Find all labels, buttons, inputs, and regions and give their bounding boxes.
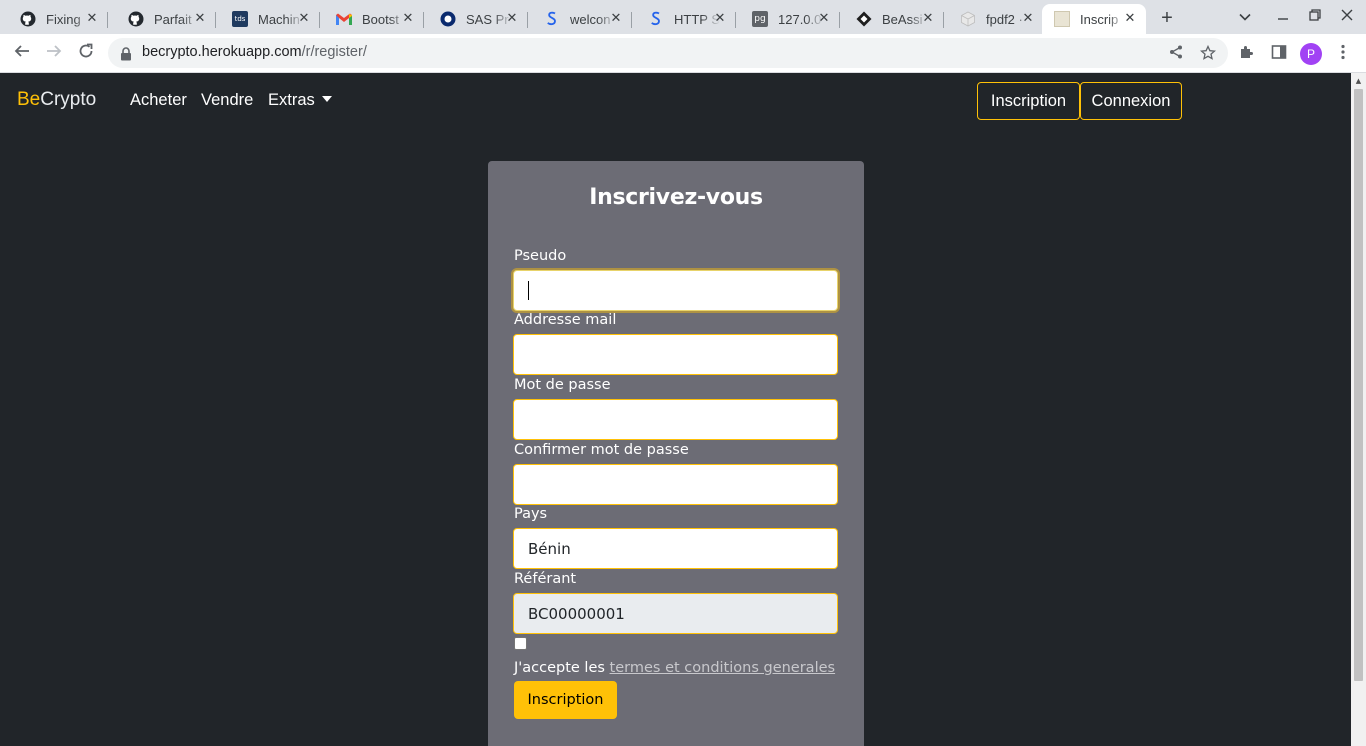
package-icon bbox=[960, 11, 976, 27]
nav-link-buy[interactable]: Acheter bbox=[130, 91, 187, 110]
side-panel-icon[interactable] bbox=[1270, 44, 1288, 62]
gmail-icon bbox=[336, 11, 352, 27]
page-scrollbar[interactable]: ▲ bbox=[1351, 73, 1366, 746]
browser-tab[interactable]: SAS Pr ✕ bbox=[420, 4, 528, 34]
close-icon[interactable]: ✕ bbox=[608, 10, 624, 26]
window-close-icon[interactable] bbox=[1335, 6, 1359, 28]
close-icon[interactable]: ✕ bbox=[1020, 10, 1036, 26]
new-tab-icon[interactable]: + bbox=[1155, 6, 1179, 30]
brand-logo[interactable]: BeCrypto bbox=[17, 89, 96, 111]
referrer-field[interactable]: BC00000001 bbox=[513, 593, 838, 634]
minimize-icon[interactable] bbox=[1271, 6, 1295, 28]
country-select[interactable]: Bénin bbox=[513, 528, 838, 569]
restore-icon[interactable] bbox=[1303, 6, 1327, 28]
text-cursor bbox=[528, 281, 529, 300]
nav-link-sell[interactable]: Vendre bbox=[201, 91, 253, 110]
login-button[interactable]: Connexion bbox=[1080, 82, 1182, 120]
close-icon[interactable]: ✕ bbox=[400, 10, 416, 26]
username-field[interactable] bbox=[513, 270, 838, 311]
scrollbar-thumb[interactable] bbox=[1354, 89, 1363, 681]
brand-suffix: Crypto bbox=[40, 89, 97, 110]
confirm-password-label: Confirmer mot de passe bbox=[514, 442, 689, 458]
register-card: Inscrivez-vous Pseudo Addresse mail Mot … bbox=[488, 161, 864, 746]
github-icon bbox=[20, 11, 36, 27]
reload-icon[interactable] bbox=[74, 42, 98, 66]
terms-prefix: J'accepte les bbox=[514, 660, 605, 676]
terms-text: J'accepte les termes et conditions gener… bbox=[514, 660, 835, 676]
close-icon[interactable]: ✕ bbox=[920, 10, 936, 26]
url-host: becrypto.herokuapp.com bbox=[142, 44, 302, 60]
email-field[interactable] bbox=[513, 334, 838, 375]
close-icon[interactable]: ✕ bbox=[296, 10, 312, 26]
share-icon[interactable] bbox=[1168, 45, 1184, 61]
pgadmin-icon: pg bbox=[752, 11, 768, 27]
profile-avatar[interactable]: P bbox=[1300, 43, 1322, 65]
sas-icon bbox=[440, 11, 456, 27]
close-icon[interactable]: ✕ bbox=[816, 10, 832, 26]
browser-tab-strip: Fixing ✕ Parfait ✕ tds Machin ✕ Bootst ✕… bbox=[0, 0, 1366, 34]
close-icon[interactable]: ✕ bbox=[1122, 10, 1138, 26]
stripe-icon bbox=[648, 11, 664, 27]
browser-tab[interactable]: fpdf2 · ✕ bbox=[940, 4, 1044, 34]
email-label: Addresse mail bbox=[514, 312, 617, 328]
browser-tab-title: Inscrip bbox=[1080, 11, 1119, 27]
password-label: Mot de passe bbox=[514, 377, 611, 393]
url-path: /r/register/ bbox=[301, 44, 367, 60]
nav-dropdown-label: Extras bbox=[268, 91, 315, 109]
browser-tab-active[interactable]: Inscrip ✕ bbox=[1042, 4, 1146, 34]
referrer-label: Référant bbox=[514, 571, 577, 587]
terms-checkbox[interactable] bbox=[514, 637, 527, 650]
diamond-icon bbox=[856, 11, 872, 27]
forward-icon[interactable] bbox=[42, 42, 66, 66]
stripe-icon bbox=[544, 11, 560, 27]
scroll-up-icon[interactable]: ▲ bbox=[1354, 77, 1363, 85]
register-button[interactable]: Inscription bbox=[977, 82, 1080, 120]
close-icon[interactable]: ✕ bbox=[192, 10, 208, 26]
bookmark-star-icon[interactable] bbox=[1199, 44, 1217, 61]
confirm-password-field[interactable] bbox=[513, 464, 838, 505]
becrypto-icon bbox=[1054, 11, 1070, 27]
tds-icon: tds bbox=[232, 11, 248, 27]
close-icon[interactable]: ✕ bbox=[84, 10, 100, 26]
browser-tab[interactable]: pg 127.0.0 ✕ bbox=[732, 4, 840, 34]
page-title: Inscrivez-vous bbox=[589, 185, 763, 210]
page-viewport: BeCrypto Acheter Vendre Extras Inscripti… bbox=[0, 73, 1366, 746]
caret-down-icon bbox=[321, 96, 332, 102]
lock-icon[interactable] bbox=[120, 46, 132, 61]
terms-link[interactable]: termes et conditions generales bbox=[610, 660, 836, 676]
tab-search-icon[interactable] bbox=[1233, 6, 1257, 28]
browser-tab[interactable]: HTTP S ✕ bbox=[628, 4, 736, 34]
browser-tab[interactable]: BeAssi ✕ bbox=[836, 4, 944, 34]
submit-register-button[interactable]: Inscription bbox=[514, 681, 617, 719]
username-label: Pseudo bbox=[514, 248, 567, 264]
back-icon[interactable] bbox=[10, 42, 34, 66]
browser-toolbar: becrypto.herokuapp.com/r/register/ P bbox=[0, 34, 1366, 73]
brand-prefix: Be bbox=[17, 89, 41, 110]
github-icon bbox=[128, 11, 144, 27]
close-icon[interactable]: ✕ bbox=[504, 10, 520, 26]
url-text[interactable]: becrypto.herokuapp.com/r/register/ bbox=[142, 44, 367, 60]
referrer-value: BC00000001 bbox=[528, 604, 625, 623]
country-value: Bénin bbox=[528, 539, 571, 558]
browser-tab[interactable]: Fixing ✕ bbox=[0, 4, 108, 34]
nav-dropdown-extras[interactable]: Extras bbox=[268, 91, 332, 110]
country-label: Pays bbox=[514, 506, 548, 522]
close-icon[interactable]: ✕ bbox=[712, 10, 728, 26]
password-field[interactable] bbox=[513, 399, 838, 440]
browser-tab[interactable]: Bootst ✕ bbox=[316, 4, 424, 34]
address-bar[interactable]: becrypto.herokuapp.com/r/register/ bbox=[108, 38, 1228, 68]
browser-tab[interactable]: Parfait ✕ bbox=[108, 4, 216, 34]
kebab-menu-icon[interactable] bbox=[1334, 44, 1352, 62]
extensions-icon[interactable] bbox=[1238, 44, 1256, 62]
browser-tab[interactable]: tds Machin ✕ bbox=[212, 4, 320, 34]
browser-tab[interactable]: welcon ✕ bbox=[524, 4, 632, 34]
